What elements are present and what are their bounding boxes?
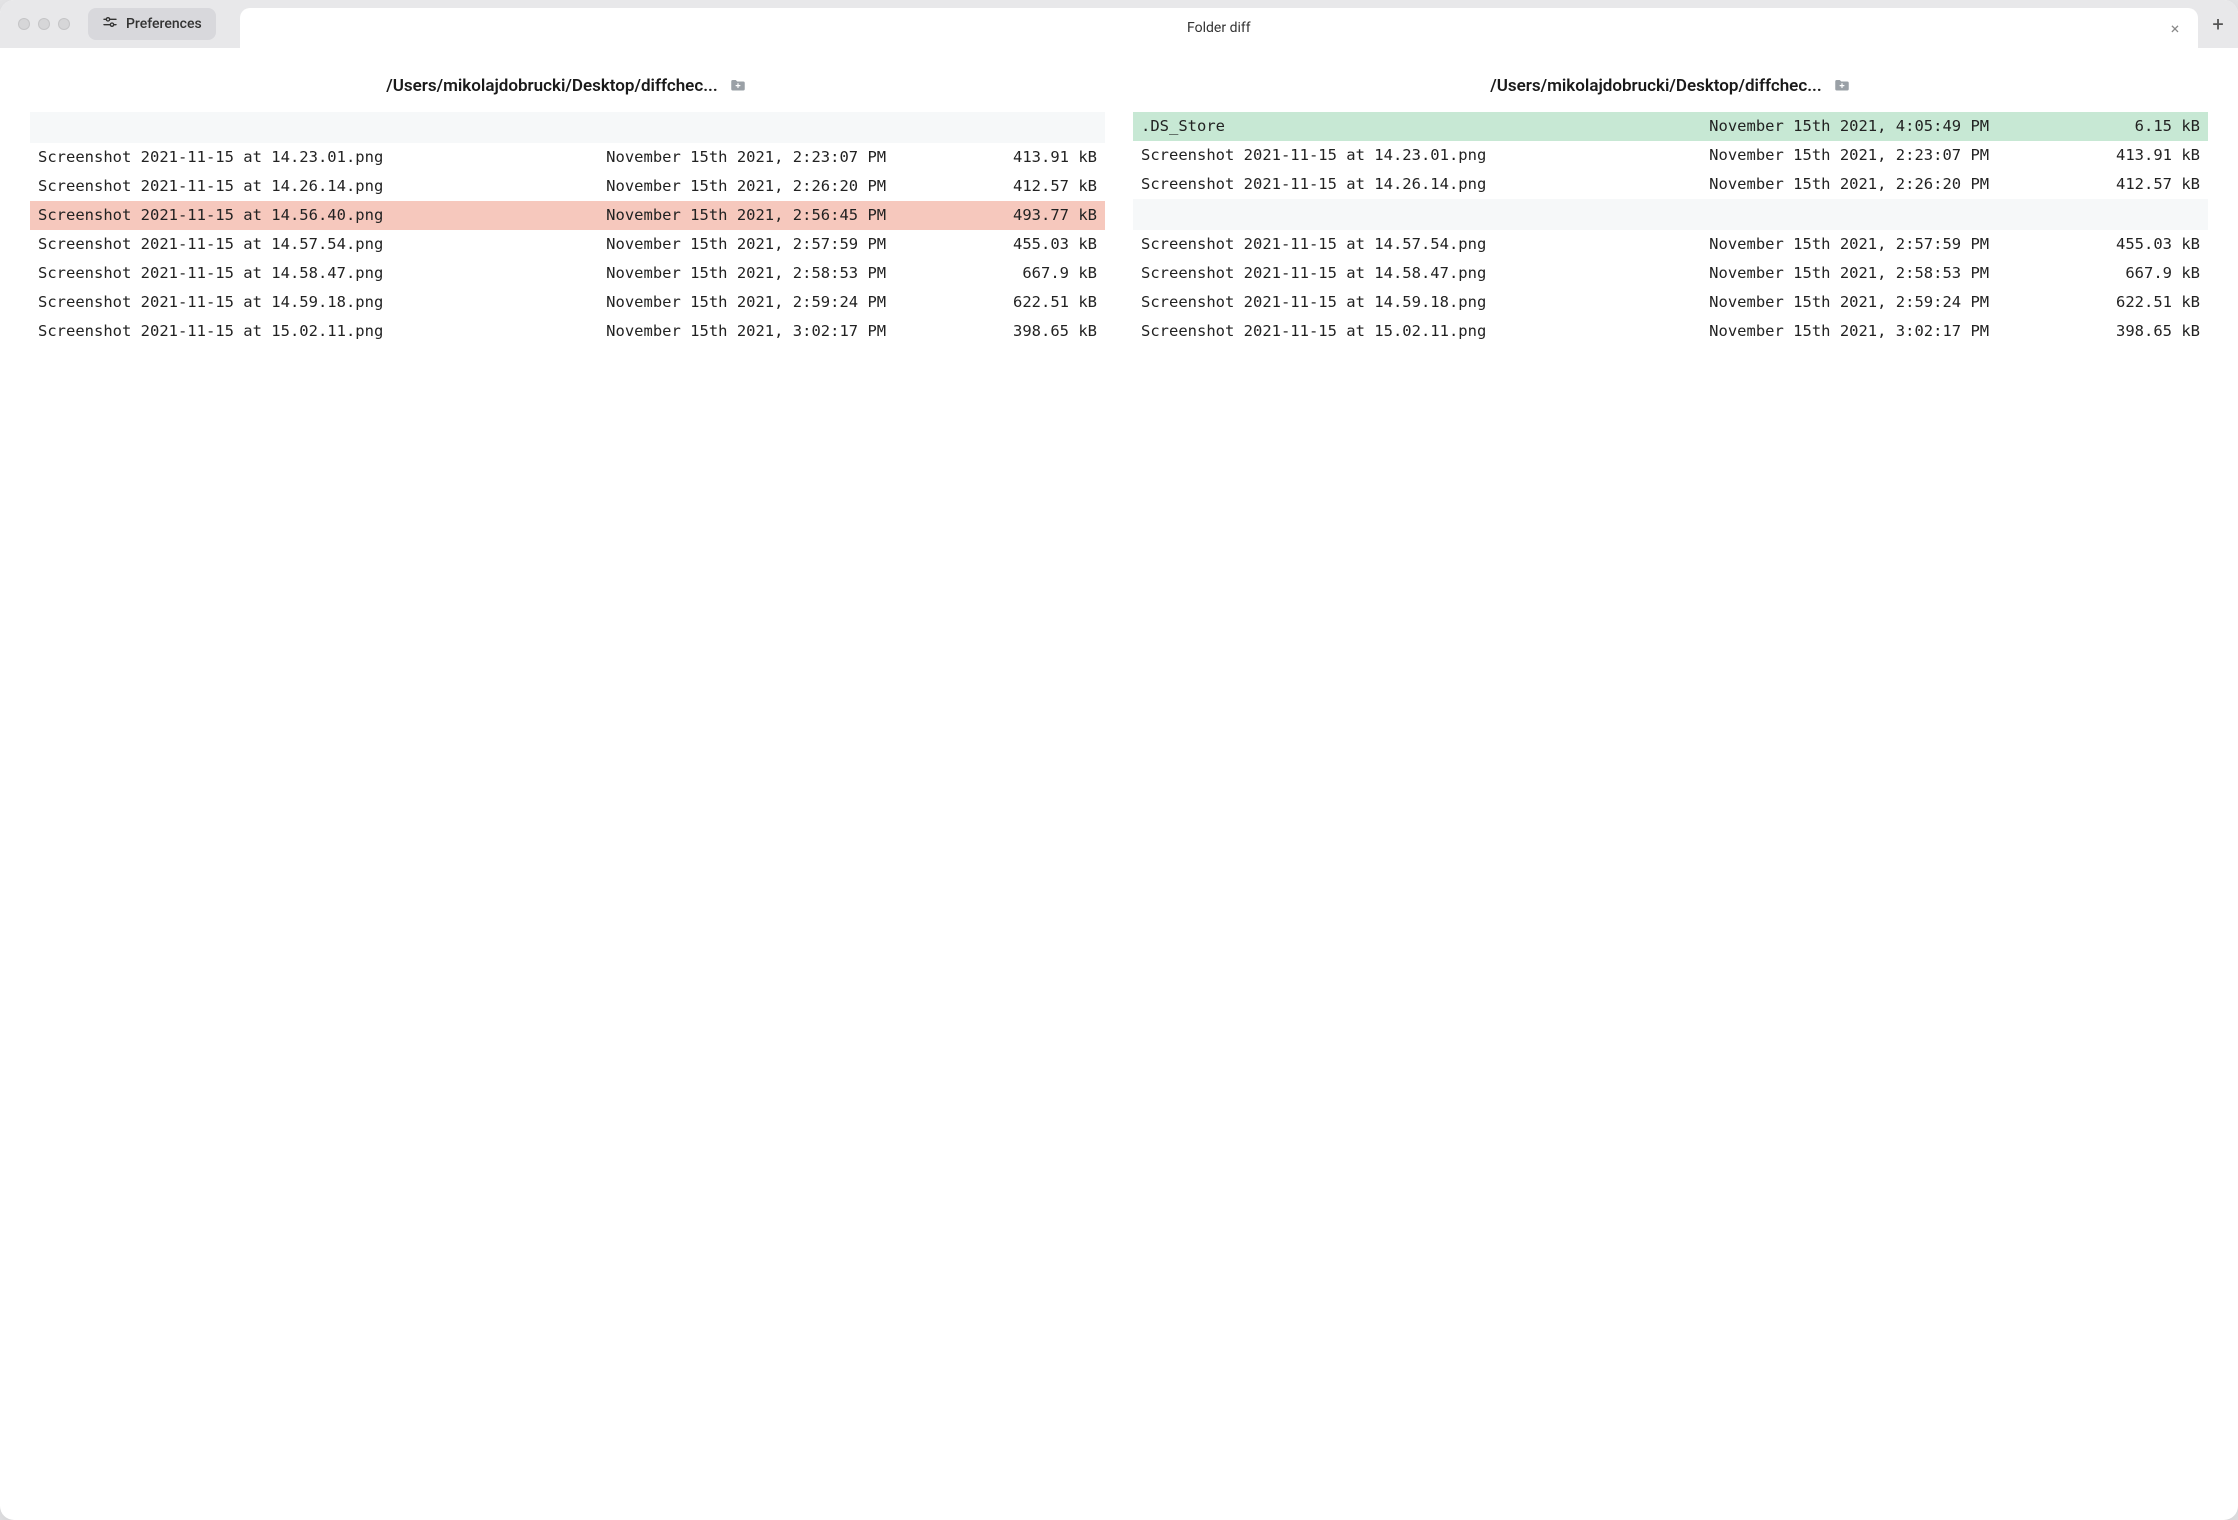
file-date: November 15th 2021, 2:57:59 PM: [1602, 234, 1989, 255]
file-row[interactable]: Screenshot 2021-11-15 at 14.26.14.png Nov…: [30, 172, 1105, 201]
file-size: 398.65 kB: [1995, 321, 2200, 342]
file-date: November 15th 2021, 2:26:20 PM: [1602, 174, 1989, 195]
minimize-window-button[interactable]: [38, 18, 50, 30]
file-date: November 15th 2021, 2:26:20 PM: [499, 176, 886, 197]
file-size: 455.03 kB: [1995, 234, 2200, 255]
file-name: Screenshot 2021-11-15 at 14.56.40.png: [38, 205, 493, 226]
right-file-list: .DS_Store November 15th 2021, 4:05:49 PM 6…: [1133, 112, 2208, 1490]
file-date: November 15th 2021, 2:23:07 PM: [1602, 145, 1989, 166]
file-size: 412.57 kB: [1995, 174, 2200, 195]
file-size: 622.51 kB: [1995, 292, 2200, 313]
file-date: November 15th 2021, 4:05:49 PM: [1602, 116, 1989, 137]
folder-paths: /Users/mikolajdobrucki/Desktop/diffchec.…: [0, 48, 2238, 112]
preferences-label: Preferences: [126, 16, 202, 32]
file-row[interactable]: Screenshot 2021-11-15 at 14.59.18.png Nov…: [30, 288, 1105, 317]
file-row[interactable]: Screenshot 2021-11-15 at 14.26.14.png Nov…: [1133, 170, 2208, 199]
file-size: 398.65 kB: [892, 321, 1097, 342]
new-tab-button[interactable]: +: [2198, 0, 2238, 48]
file-row[interactable]: Screenshot 2021-11-15 at 15.02.11.png Nov…: [30, 317, 1105, 346]
file-name: Screenshot 2021-11-15 at 14.23.01.png: [38, 147, 493, 168]
file-row[interactable]: Screenshot 2021-11-15 at 14.57.54.png Nov…: [30, 230, 1105, 259]
file-size: 412.57 kB: [892, 176, 1097, 197]
file-date: November 15th 2021, 3:02:17 PM: [1602, 321, 1989, 342]
app-window: Preferences Folder diff × + /Users/mikol…: [0, 0, 2238, 1520]
file-name: .DS_Store: [1141, 116, 1596, 137]
file-name: Screenshot 2021-11-15 at 14.58.47.png: [38, 263, 493, 284]
file-name: Screenshot 2021-11-15 at 14.23.01.png: [1141, 145, 1596, 166]
file-name: Screenshot 2021-11-15 at 14.26.14.png: [38, 176, 493, 197]
plus-icon: +: [2212, 12, 2223, 36]
window-controls: [0, 0, 88, 48]
sliders-icon: [102, 14, 118, 34]
file-row[interactable]: Screenshot 2021-11-15 at 14.59.18.png Nov…: [1133, 288, 2208, 317]
file-row[interactable]: Screenshot 2021-11-15 at 14.57.54.png Nov…: [1133, 230, 2208, 259]
file-name: Screenshot 2021-11-15 at 14.59.18.png: [38, 292, 493, 313]
left-path-text: /Users/mikolajdobrucki/Desktop/diffchec.…: [386, 76, 717, 96]
choose-right-folder-button[interactable]: [1832, 77, 1852, 95]
file-date: November 15th 2021, 2:58:53 PM: [1602, 263, 1989, 284]
file-size: 6.15 kB: [1995, 116, 2200, 137]
file-date: November 15th 2021, 3:02:17 PM: [499, 321, 886, 342]
preferences-button[interactable]: Preferences: [88, 8, 216, 40]
file-size: 667.9 kB: [1995, 263, 2200, 284]
file-row-spacer: [30, 112, 1105, 143]
file-date: November 15th 2021, 2:56:45 PM: [499, 205, 886, 226]
file-date: November 15th 2021, 2:23:07 PM: [499, 147, 886, 168]
file-row[interactable]: Screenshot 2021-11-15 at 14.56.40.png Nov…: [30, 201, 1105, 230]
file-row[interactable]: Screenshot 2021-11-15 at 14.23.01.png Nov…: [30, 143, 1105, 172]
file-name: Screenshot 2021-11-15 at 14.59.18.png: [1141, 292, 1596, 313]
tab-label: Folder diff: [240, 20, 2198, 36]
right-path: /Users/mikolajdobrucki/Desktop/diffchec.…: [1134, 76, 2208, 96]
left-path: /Users/mikolajdobrucki/Desktop/diffchec.…: [30, 76, 1104, 96]
file-date: November 15th 2021, 2:57:59 PM: [499, 234, 886, 255]
file-row[interactable]: Screenshot 2021-11-15 at 15.02.11.png Nov…: [1133, 317, 2208, 346]
close-icon: ×: [2171, 19, 2180, 38]
file-row[interactable]: Screenshot 2021-11-15 at 14.58.47.png Nov…: [1133, 259, 2208, 288]
file-size: 493.77 kB: [892, 205, 1097, 226]
left-file-list: Screenshot 2021-11-15 at 14.23.01.png Nov…: [30, 112, 1105, 1490]
file-size: 455.03 kB: [892, 234, 1097, 255]
file-name: Screenshot 2021-11-15 at 15.02.11.png: [38, 321, 493, 342]
file-date: November 15th 2021, 2:59:24 PM: [499, 292, 886, 313]
folder-plus-icon: [728, 77, 748, 95]
close-tab-button[interactable]: ×: [2166, 19, 2184, 37]
file-size: 413.91 kB: [1995, 145, 2200, 166]
file-size: 667.9 kB: [892, 263, 1097, 284]
file-size: 413.91 kB: [892, 147, 1097, 168]
tab-strip: Folder diff ×: [226, 0, 2198, 48]
file-row[interactable]: .DS_Store November 15th 2021, 4:05:49 PM 6…: [1133, 112, 2208, 141]
titlebar: Preferences Folder diff × +: [0, 0, 2238, 48]
maximize-window-button[interactable]: [58, 18, 70, 30]
file-date: November 15th 2021, 2:58:53 PM: [499, 263, 886, 284]
file-name: Screenshot 2021-11-15 at 14.57.54.png: [1141, 234, 1596, 255]
preferences-wrap: Preferences: [88, 0, 226, 48]
file-name: Screenshot 2021-11-15 at 14.57.54.png: [38, 234, 493, 255]
diff-body: Screenshot 2021-11-15 at 14.23.01.png Nov…: [0, 112, 2238, 1520]
tab-folder-diff[interactable]: Folder diff ×: [240, 8, 2198, 48]
file-size: 622.51 kB: [892, 292, 1097, 313]
file-name: Screenshot 2021-11-15 at 14.26.14.png: [1141, 174, 1596, 195]
file-row-spacer: [1133, 199, 2208, 230]
file-date: November 15th 2021, 2:59:24 PM: [1602, 292, 1989, 313]
file-row[interactable]: Screenshot 2021-11-15 at 14.23.01.png Nov…: [1133, 141, 2208, 170]
file-row[interactable]: Screenshot 2021-11-15 at 14.58.47.png Nov…: [30, 259, 1105, 288]
file-name: Screenshot 2021-11-15 at 14.58.47.png: [1141, 263, 1596, 284]
close-window-button[interactable]: [18, 18, 30, 30]
choose-left-folder-button[interactable]: [728, 77, 748, 95]
right-path-text: /Users/mikolajdobrucki/Desktop/diffchec.…: [1490, 76, 1821, 96]
file-name: Screenshot 2021-11-15 at 15.02.11.png: [1141, 321, 1596, 342]
folder-plus-icon: [1832, 77, 1852, 95]
